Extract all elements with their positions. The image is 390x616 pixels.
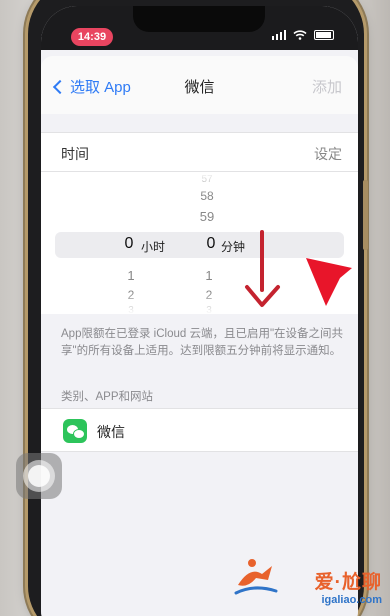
picker-fade-bottom [41, 292, 358, 314]
minutes-wheel-selected[interactable]: 0 [199, 235, 223, 253]
battery-icon [314, 30, 334, 40]
app-row[interactable]: 微信 [41, 408, 358, 452]
status-bar: 14:39 [41, 6, 358, 50]
time-value: 设定 [314, 146, 342, 162]
section-header: 类别、APP和网站 [61, 391, 154, 403]
app-limit-sheet: 选取 App 微信 添加 时间 设定 0 小时 1 2 3 57 58 59 0… [41, 56, 358, 616]
picker-fade-top [41, 172, 358, 194]
hours-wheel-selected[interactable]: 0 [117, 235, 141, 253]
minutes-wheel-item[interactable]: 1 [199, 268, 219, 283]
notch [133, 6, 265, 32]
limit-note: App限额在已登录 iCloud 云端，且已启用"在设备之间共享"的所有设备上适… [61, 328, 344, 357]
status-time: 14:39 [71, 28, 113, 46]
time-row[interactable]: 时间 设定 [41, 132, 358, 172]
minutes-unit-label: 分钟 [221, 240, 246, 254]
side-button [363, 180, 368, 250]
minutes-wheel-item[interactable]: 59 [195, 209, 219, 224]
hours-unit-label: 小时 [141, 240, 166, 254]
time-picker[interactable]: 0 小时 1 2 3 57 58 59 0 分钟 1 2 3 [41, 172, 358, 314]
wifi-icon [293, 30, 307, 40]
screen: 14:39 选取 App 微信 添加 时间 设定 0 小时 1 58 59 0 … [41, 6, 358, 616]
app-name: 微信 [97, 424, 125, 440]
page-title: 微信 [184, 79, 215, 96]
assistive-touch-button[interactable] [16, 453, 62, 499]
watermark: 爱·尬聊 igaliao.com [315, 567, 382, 606]
hours-wheel-item[interactable]: 1 [121, 268, 141, 283]
watermark-title: 爱·尬聊 [314, 572, 382, 593]
cellular-signal-icon [271, 30, 286, 40]
navigation-bar: 选取 App 微信 添加 [41, 56, 358, 114]
add-button[interactable]: 添加 [312, 76, 342, 97]
status-icons [271, 30, 334, 40]
time-label: 时间 [61, 146, 89, 162]
watermark-url: igaliao.com [321, 594, 382, 606]
wechat-icon [63, 419, 87, 443]
